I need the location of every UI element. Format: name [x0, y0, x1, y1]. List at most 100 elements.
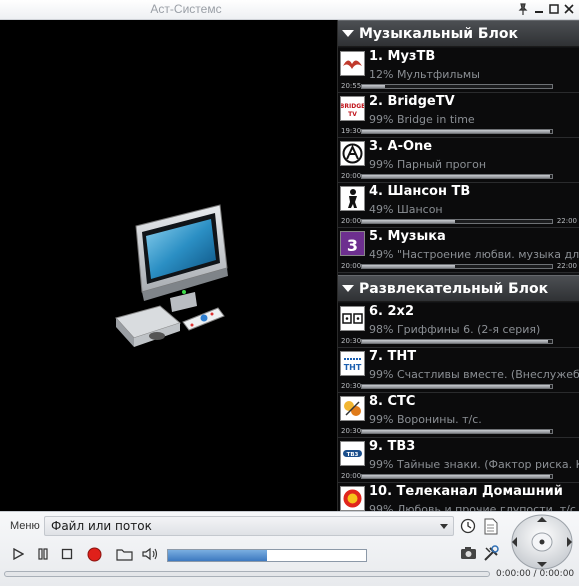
program-progress — [361, 129, 553, 134]
program-progress — [361, 264, 553, 269]
start-time: 20:00 — [341, 172, 362, 180]
clock-icon — [460, 518, 476, 534]
tv3-logo-icon: ТВ3 — [340, 441, 365, 466]
channel-item[interactable]: ТВ3 9. ТВ3 99% Тайные знаки. (Фактор рис… — [338, 438, 579, 483]
svg-text:TV: TV — [348, 111, 357, 118]
stop-icon — [61, 548, 73, 560]
channel-program: 12% Мультфильмы — [369, 68, 480, 81]
channel-name: 3. A-One — [369, 139, 433, 154]
seek-slider[interactable] — [4, 571, 490, 577]
channel-name: 6. 2x2 — [369, 304, 414, 319]
pin-button[interactable] — [516, 2, 530, 16]
clock-button[interactable] — [460, 518, 476, 534]
start-time: 19:30 — [341, 127, 362, 135]
bridgetv-logo-icon: BRIDGE TV — [340, 96, 365, 121]
tools-icon — [483, 545, 499, 561]
channel-name: 5. Музыка — [369, 229, 446, 244]
time-display: 0:00:00 / 0:00:00 — [496, 569, 575, 579]
start-time: 20:00 — [341, 217, 362, 225]
aone-logo-icon — [340, 141, 365, 166]
play-button[interactable] — [11, 547, 25, 561]
channel-item[interactable]: 10. Телеканал Домашний 99% Любовь и проч… — [338, 483, 579, 511]
folder-icon — [115, 549, 133, 561]
program-progress — [361, 429, 553, 434]
start-time: 20:30 — [341, 337, 362, 345]
dpad-icon — [511, 514, 573, 570]
group-title: Музыкальный Блок — [359, 25, 518, 42]
minimize-icon — [535, 11, 543, 13]
channel-item[interactable]: 3 5. Музыка 49% "Настроение любви. музык… — [338, 228, 579, 273]
channel-item[interactable]: 8. СТС 99% Воронины. т/с. 20:30 — [338, 393, 579, 438]
settings-button[interactable] — [482, 545, 500, 562]
shanson-logo-icon — [340, 186, 365, 211]
close-button[interactable] — [562, 2, 576, 16]
channel-program: 99% Тайные знаки. (Фактор риска. Космо — [369, 458, 579, 471]
channel-name: 2. BridgeTV — [369, 94, 455, 109]
open-folder-button[interactable] — [115, 546, 133, 562]
end-time: 22:00 — [556, 217, 577, 225]
close-icon — [564, 4, 574, 14]
channel-program: 49% "Настроение любви. музыка для дво — [369, 248, 579, 261]
program-progress — [361, 339, 553, 344]
channel-item[interactable]: 4. Шансон ТВ 49% Шансон 20:00 22:00 — [338, 183, 579, 228]
pin-icon — [518, 3, 528, 15]
navigation-dpad[interactable] — [511, 514, 573, 570]
svg-text:ТВ3: ТВ3 — [347, 452, 359, 458]
channel-name: 9. ТВ3 — [369, 439, 416, 454]
channel-name: 7. ТНТ — [369, 349, 417, 364]
pause-button[interactable] — [36, 547, 50, 561]
muztv-logo-icon — [340, 51, 365, 76]
channel-panel[interactable]: Музыкальный Блок 1. МузТВ 12% Мультфильм… — [337, 20, 579, 511]
maximize-button[interactable] — [547, 2, 561, 16]
svg-text:3: 3 — [347, 236, 358, 255]
channel-name: 4. Шансон ТВ — [369, 184, 471, 199]
svg-text:BRIDGE: BRIDGE — [341, 103, 364, 110]
channel-item[interactable]: ТНТ 7. ТНТ 99% Счастливы вместе. (Внеслу… — [338, 348, 579, 393]
pause-icon — [38, 548, 48, 560]
start-time: 20:00 — [341, 262, 362, 270]
video-area[interactable] — [0, 20, 337, 511]
volume-slider[interactable] — [167, 549, 367, 562]
start-time: 20:30 — [341, 427, 362, 435]
collapse-triangle-icon — [342, 285, 354, 292]
channel-program: 99% Воронины. т/с. — [369, 413, 482, 426]
program-progress — [361, 174, 553, 179]
record-icon — [87, 547, 101, 561]
channel-item[interactable]: 6. 2x2 98% Гриффины 6. (2-я серия) 20:30 — [338, 303, 579, 348]
snapshot-button[interactable] — [459, 545, 477, 561]
stop-button[interactable] — [60, 547, 74, 561]
menu-button[interactable]: Меню — [10, 520, 40, 532]
channel-item[interactable]: 1. МузТВ 12% Мультфильмы 20:55 — [338, 48, 579, 93]
start-time: 20:55 — [341, 82, 362, 90]
collapse-triangle-icon — [342, 30, 354, 37]
tv-placeholder-icon — [115, 204, 228, 347]
channel-program: 99% Парный прогон — [369, 158, 487, 171]
camera-icon — [460, 547, 476, 559]
record-button[interactable] — [86, 546, 102, 562]
program-progress — [361, 384, 553, 389]
domashniy-logo-icon — [340, 486, 365, 511]
document-icon — [484, 518, 498, 534]
group-title: Развлекательный Блок — [359, 280, 549, 297]
channel-item[interactable]: 3. A-One 99% Парный прогон 20:00 — [338, 138, 579, 183]
minimize-button[interactable] — [532, 2, 546, 16]
source-value: Файл или поток — [51, 519, 152, 533]
title-bar[interactable]: Аст-Системс — [0, 0, 579, 20]
channel-name: 1. МузТВ — [369, 49, 436, 64]
channel-item[interactable]: BRIDGE TV 2. BridgeTV 99% Bridge in time … — [338, 93, 579, 138]
sts-logo-icon — [340, 396, 365, 421]
volume-button[interactable] — [141, 546, 159, 562]
2x2-logo-icon — [340, 306, 365, 331]
group-header-music[interactable]: Музыкальный Блок — [338, 20, 579, 47]
group-header-entertainment[interactable]: Развлекательный Блок — [338, 275, 579, 302]
play-icon — [13, 548, 24, 560]
document-button[interactable] — [483, 517, 499, 535]
muzyka-logo-icon: 3 — [340, 231, 365, 256]
program-progress — [361, 84, 553, 89]
channel-program: 99% Счастливы вместе. (Внеслужебный — [369, 368, 579, 381]
maximize-icon — [549, 4, 559, 14]
channel-program: 99% Bridge in time — [369, 113, 475, 126]
end-time: 22:00 — [556, 262, 577, 270]
source-select[interactable]: Файл или поток — [44, 516, 454, 536]
window-title: Аст-Системс — [150, 2, 222, 16]
